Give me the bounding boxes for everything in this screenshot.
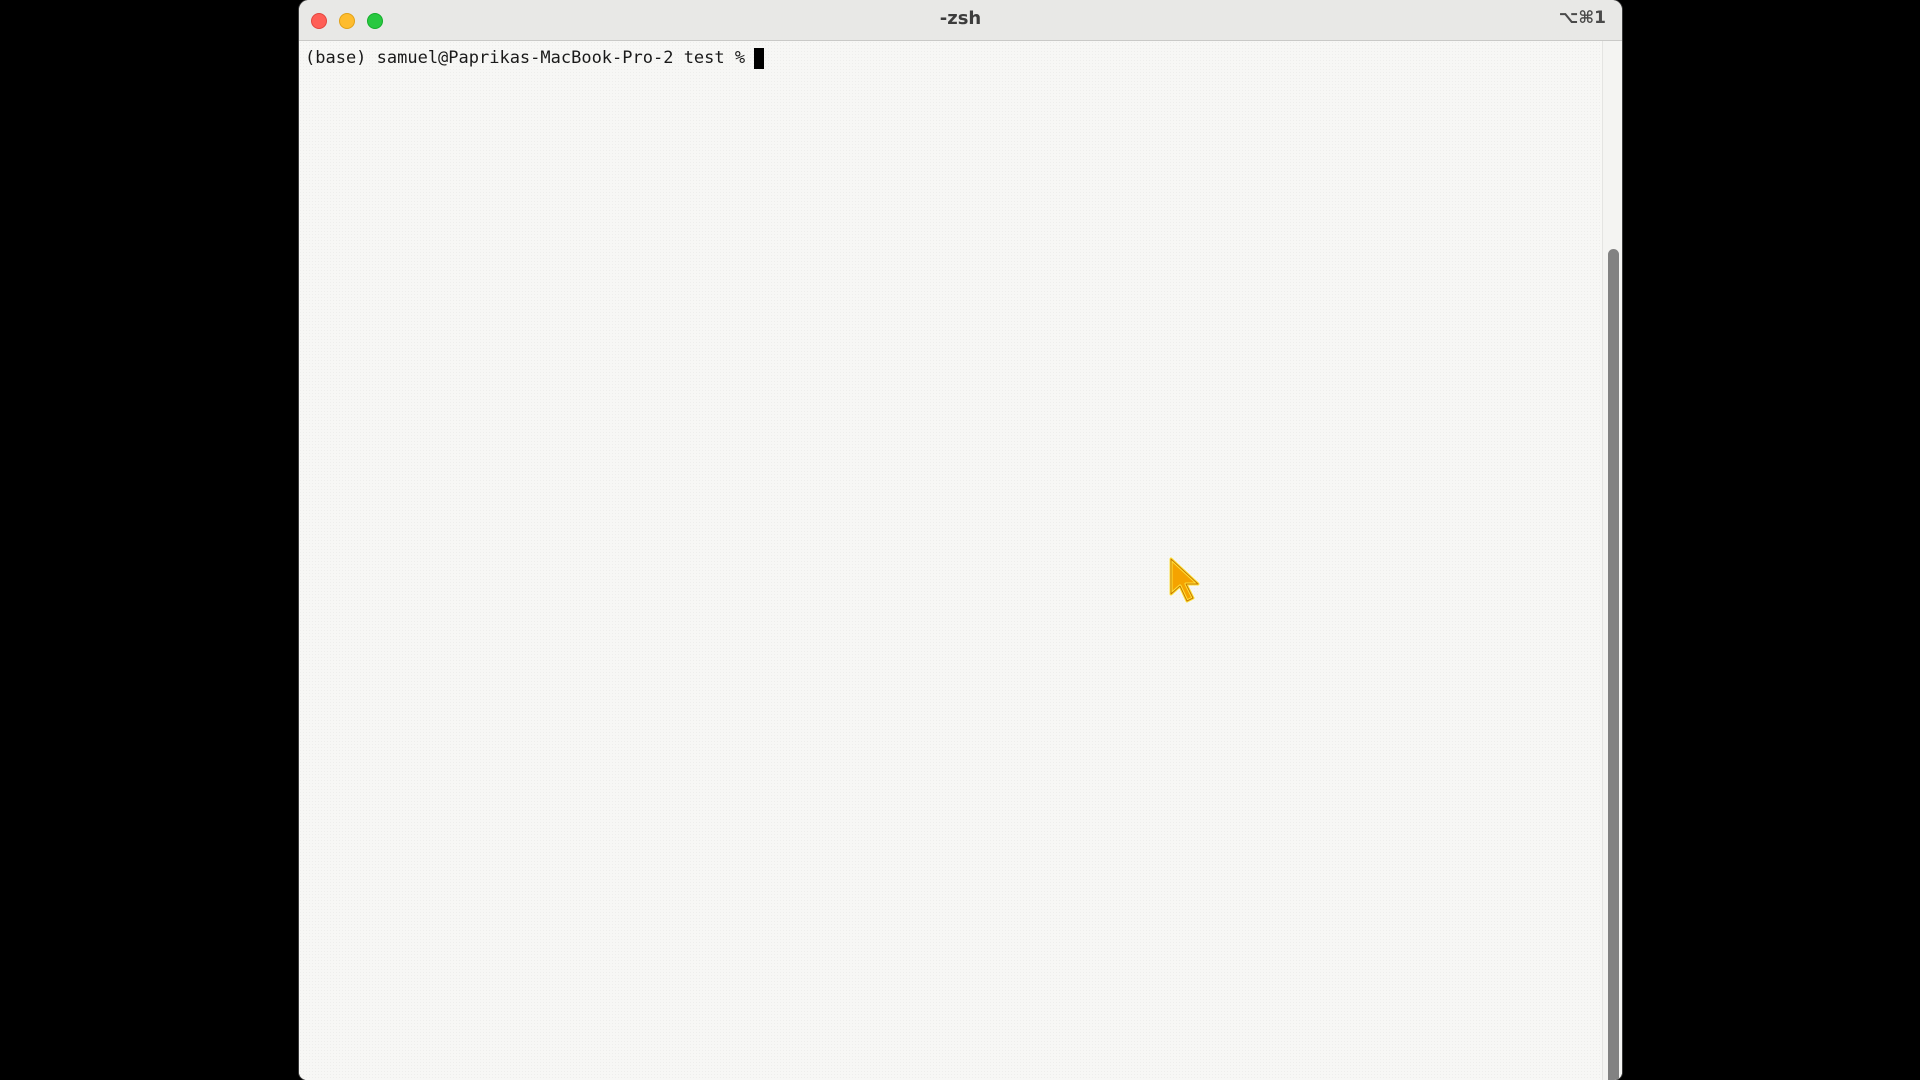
- text-cursor: [754, 47, 765, 69]
- title-bar[interactable]: -zsh ⌥⌘1: [299, 0, 1622, 41]
- shell-prompt: (base) samuel@Paprikas-MacBook-Pro-2 tes…: [305, 48, 746, 68]
- terminal-content[interactable]: (base) samuel@Paprikas-MacBook-Pro-2 tes…: [299, 41, 1622, 1080]
- scrollbar-thumb[interactable]: [1608, 249, 1619, 1080]
- desktop-background: -zsh ⌥⌘1 (base) samuel@Paprikas-MacBook-…: [0, 0, 1920, 1080]
- window-title: -zsh: [939, 8, 982, 29]
- window-shortcut-label: ⌥⌘1: [1558, 8, 1606, 28]
- prompt-line: (base) samuel@Paprikas-MacBook-Pro-2 tes…: [305, 46, 765, 70]
- terminal-window[interactable]: -zsh ⌥⌘1 (base) samuel@Paprikas-MacBook-…: [299, 0, 1622, 1080]
- mouse-pointer-icon: [1169, 557, 1200, 603]
- scrollbar-track[interactable]: [1602, 41, 1622, 1080]
